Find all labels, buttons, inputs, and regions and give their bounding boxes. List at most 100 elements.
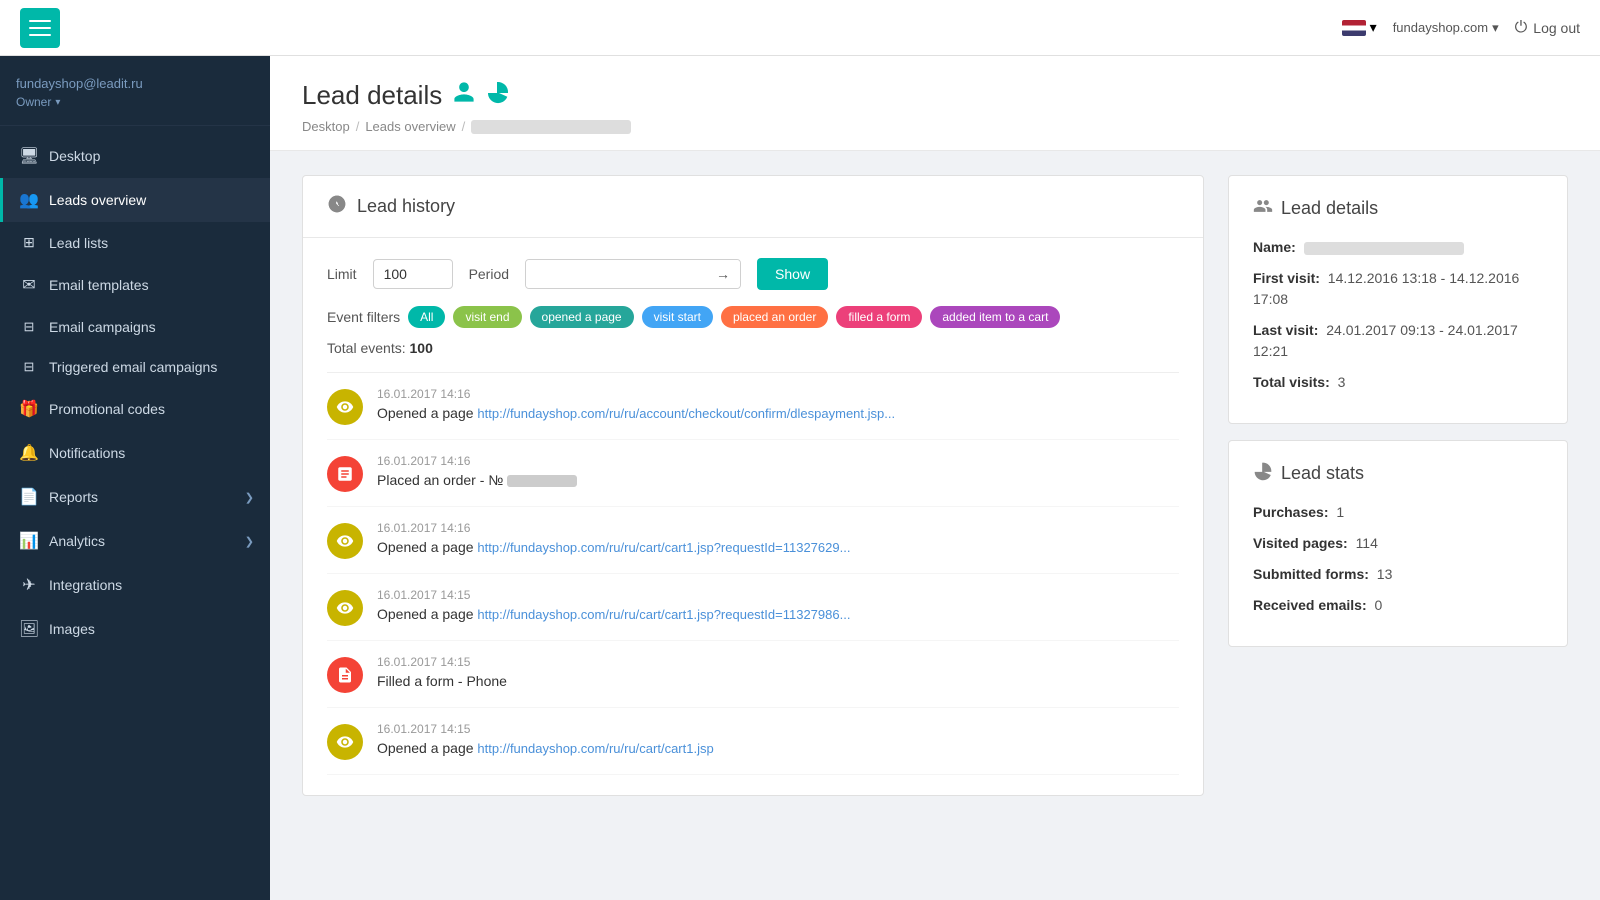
promotional-codes-icon: 🎁 [19,399,39,419]
sidebar-item-label-lead-lists: Lead lists [49,235,108,251]
order-number-blur [507,475,577,487]
sidebar-item-label-analytics: Analytics [49,533,105,549]
sidebar-item-analytics[interactable]: 📊 Analytics ❯ [0,519,270,563]
domain-label: fundayshop.com [1393,20,1488,35]
filter-tag-opened-page[interactable]: opened a page [530,306,634,328]
event-link-6[interactable]: http://fundayshop.com/ru/ru/cart/cart1.j… [477,741,713,756]
filter-tag-added-cart[interactable]: added item to a cart [930,306,1060,328]
event-time-2: 16.01.2017 14:16 [377,454,1179,468]
sidebar-item-images[interactable]: 🖼 Images [0,607,270,651]
purchases-label: Purchases: [1253,504,1328,520]
sidebar-item-desktop[interactable]: 🖥 Desktop [0,134,270,178]
event-filters-row: Event filters All visit end opened a pag… [327,306,1179,328]
breadcrumb-leads-overview[interactable]: Leads overview [365,119,455,134]
sidebar-item-notifications[interactable]: 🔔 Notifications [0,431,270,475]
hamburger-button[interactable] [20,8,60,48]
lead-stats-title-text: Lead stats [1281,463,1364,484]
first-visit-label: First visit: [1253,270,1320,286]
lead-history-body: Limit Period → Show Event filters All vi… [303,238,1203,795]
event-item-2: 16.01.2017 14:16 Placed an order - № [327,440,1179,507]
sidebar-item-lead-lists[interactable]: ⊞ Lead lists [0,222,270,263]
sidebar-role-label: Owner [16,95,51,109]
navbar-right: ▾ fundayshop.com ▾ ⏻ Log out [1342,19,1580,37]
navbar-left [20,8,60,48]
email-campaigns-icon: ⊟ [19,319,39,335]
filter-tag-filled-form[interactable]: filled a form [836,306,922,328]
sidebar-item-email-templates[interactable]: ✉ Email templates [0,263,270,307]
filter-row: Limit Period → Show [327,258,1179,290]
limit-input[interactable] [373,259,453,289]
sidebar-item-label-email-campaigns: Email campaigns [49,319,156,335]
sidebar-user: fundayshop@leadit.ru Owner ▾ [0,56,270,126]
filter-tag-placed-order[interactable]: placed an order [721,306,828,328]
show-button[interactable]: Show [757,258,828,290]
breadcrumb-current [471,120,631,134]
limit-label: Limit [327,266,357,282]
event-text-5: Filled a form - Phone [377,673,1179,689]
sidebar-item-label-promotional: Promotional codes [49,401,165,417]
event-time-3: 16.01.2017 14:16 [377,521,1179,535]
stats-row-received-emails: Received emails: 0 [1253,595,1543,616]
event-item-3: 16.01.2017 14:16 Opened a page http://fu… [327,507,1179,574]
name-value-blur [1304,242,1464,255]
flag-arrow: ▾ [1370,19,1377,36]
sidebar-item-email-campaigns[interactable]: ⊟ Email campaigns [0,307,270,347]
total-events: Total events: 100 [327,340,1179,356]
filter-tag-visit-end[interactable]: visit end [453,306,521,328]
analytics-icon: 📊 [19,531,39,551]
sidebar-item-label-notifications: Notifications [49,445,125,461]
sidebar-item-promotional-codes[interactable]: 🎁 Promotional codes [0,387,270,431]
received-emails-value: 0 [1375,597,1383,613]
hamburger-line-3 [29,34,51,36]
event-time-1: 16.01.2017 14:16 [377,387,1179,401]
filter-tag-visit-start[interactable]: visit start [642,306,713,328]
sidebar-item-integrations[interactable]: ✈ Integrations [0,563,270,607]
submitted-forms-value: 13 [1377,566,1393,582]
event-body-4: 16.01.2017 14:15 Opened a page http://fu… [377,588,1179,622]
desktop-icon: 🖥 [19,146,39,166]
event-item-5: 16.01.2017 14:15 Filled a form - Phone [327,641,1179,708]
images-icon: 🖼 [19,619,39,639]
event-icon-eye-1 [327,389,363,425]
logout-button[interactable]: ⏻ Log out [1515,19,1580,37]
analytics-chevron: ❯ [245,535,254,548]
domain-button[interactable]: fundayshop.com ▾ [1393,20,1499,36]
lead-stats-icon [1253,461,1273,486]
event-link-1[interactable]: http://fundayshop.com/ru/ru/account/chec… [477,406,895,421]
language-button[interactable]: ▾ [1342,19,1377,36]
sidebar-item-triggered-email-campaigns[interactable]: ⊟ Triggered email campaigns [0,347,270,387]
triggered-email-icon: ⊟ [19,359,39,375]
reports-chevron: ❯ [245,491,254,504]
period-input-group: → [525,259,741,289]
lead-history-panel: Lead history Limit Period → Show [302,175,1204,796]
event-item-4: 16.01.2017 14:15 Opened a page http://fu… [327,574,1179,641]
main-content: Lead details Desktop / Leads overview / [270,56,1600,900]
page-title-text: Lead details [302,80,442,111]
history-icon [327,194,347,219]
period-label: Period [469,266,509,282]
lead-details-icon [1253,196,1273,221]
visited-pages-label: Visited pages: [1253,535,1348,551]
last-visit-label: Last visit: [1253,322,1318,338]
event-link-4[interactable]: http://fundayshop.com/ru/ru/cart/cart1.j… [477,607,850,622]
event-time-5: 16.01.2017 14:15 [377,655,1179,669]
event-time-6: 16.01.2017 14:15 [377,722,1179,736]
breadcrumb-desktop[interactable]: Desktop [302,119,350,134]
period-arrow-icon: → [706,260,740,288]
event-body-1: 16.01.2017 14:16 Opened a page http://fu… [377,387,1179,421]
flag-icon [1342,20,1366,36]
sidebar-item-leads-overview[interactable]: 👥 Leads overview [0,178,270,222]
period-input[interactable] [526,260,706,288]
layout: fundayshop@leadit.ru Owner ▾ 🖥 Desktop 👥… [0,56,1600,900]
sidebar-username: fundayshop@leadit.ru [16,76,254,91]
sidebar-item-reports[interactable]: 📄 Reports ❯ [0,475,270,519]
event-link-3[interactable]: http://fundayshop.com/ru/ru/cart/cart1.j… [477,540,850,555]
submitted-forms-label: Submitted forms: [1253,566,1369,582]
breadcrumb: Desktop / Leads overview / [302,119,1568,134]
domain-arrow: ▾ [1492,20,1499,36]
event-icon-eye-3 [327,590,363,626]
sidebar-role-button[interactable]: Owner ▾ [16,95,254,109]
sidebar-item-label-desktop: Desktop [49,148,100,164]
filter-tag-all[interactable]: All [408,306,445,328]
lead-details-card: Lead details Name: First visit: 14.12.20… [1228,175,1568,424]
